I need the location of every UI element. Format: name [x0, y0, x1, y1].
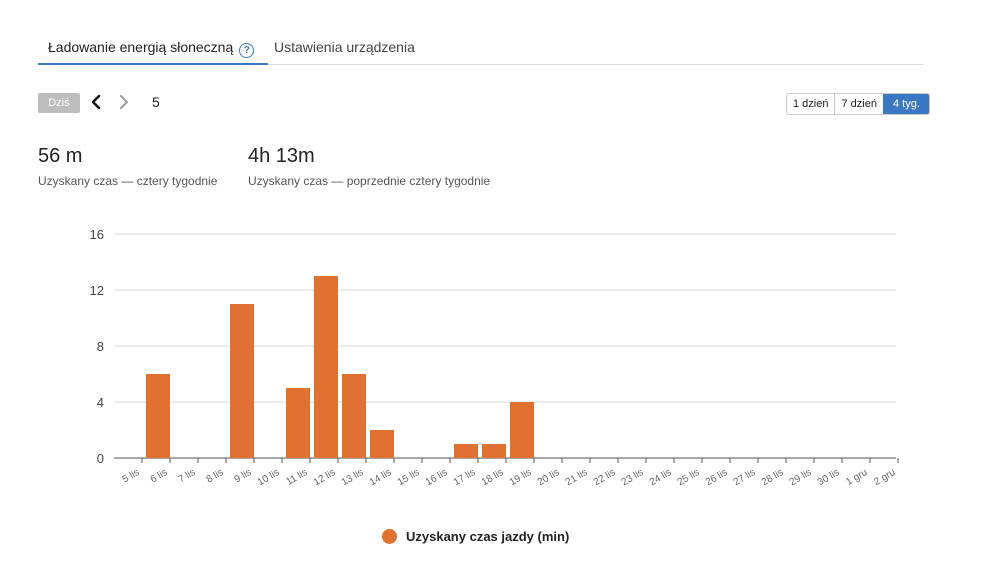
range-1-day-button[interactable]: 1 dzień: [787, 94, 835, 114]
x-tick-label: 11 lis: [284, 467, 309, 488]
x-tick-label: 16 lis: [424, 467, 450, 488]
x-tick-label: 6 lis: [149, 467, 170, 485]
chevron-right-icon[interactable]: [116, 92, 132, 112]
x-tick-label: 18 lis: [480, 467, 506, 488]
chart-bar: [510, 402, 534, 458]
tab-device-settings-label: Ustawienia urządzenia: [274, 39, 415, 55]
legend-label: Uzyskany czas jazdy (min): [406, 529, 570, 544]
x-tick-label: 27 lis: [732, 467, 758, 488]
stat-previous-label: Uzyskany czas — poprzednie cztery tygodn…: [248, 174, 491, 188]
y-tick-label: 12: [90, 283, 104, 298]
x-tick-label: 19 lis: [508, 467, 534, 488]
x-tick-label: 8 lis: [205, 467, 226, 485]
stat-previous-period: 4h 13m Uzyskany czas — poprzednie cztery…: [248, 144, 490, 188]
stat-current-period: 56 m Uzyskany czas — cztery tygodnie: [38, 144, 217, 188]
chart-bar: [454, 444, 478, 458]
stat-previous-value: 4h 13m: [248, 145, 315, 167]
tab-bar: Ładowanie energią słoneczną? Ustawienia …: [37, 30, 924, 65]
y-tick-label: 8: [97, 339, 104, 354]
today-button[interactable]: Dziś: [38, 93, 80, 113]
x-tick-label: 12 lis: [312, 467, 338, 488]
x-tick-label: 23 lis: [620, 467, 646, 488]
chart-bar: [314, 276, 338, 458]
tab-solar-charging-label: Ładowanie energią słoneczną: [48, 39, 234, 55]
chart-bar: [370, 430, 394, 458]
x-tick-label: 22 lis: [592, 467, 618, 488]
x-tick-label: 5 lis: [121, 467, 142, 485]
y-tick-label: 16: [90, 227, 104, 242]
x-tick-label: 30 lis: [816, 467, 842, 488]
y-tick-label: 0: [97, 451, 104, 466]
x-tick-label: 29 lis: [788, 467, 814, 488]
range-selector: 1 dzień 7 dzień 4 tyg.: [786, 93, 930, 115]
x-tick-label: 10 lis: [256, 467, 282, 488]
tab-solar-charging[interactable]: Ładowanie energią słoneczną?: [37, 38, 269, 65]
chart-bar: [230, 304, 254, 458]
x-tick-label: 2 gru: [872, 467, 897, 488]
chart-bar: [146, 374, 170, 458]
stat-current-label: Uzyskany czas — cztery tygodnie: [38, 174, 218, 188]
chevron-left-icon[interactable]: [88, 92, 104, 112]
chart-bar: [342, 374, 366, 458]
x-tick-label: 28 lis: [760, 467, 786, 488]
x-tick-label: 17 lis: [452, 467, 478, 488]
range-4-week-button[interactable]: 4 tyg.: [882, 94, 929, 114]
bar-chart: 0 4 8 12 16 5 lis 6 lis 7 lis 8 lis 9 lis 10 lis 11…: [90, 227, 899, 488]
help-circle-icon[interactable]: ?: [239, 43, 255, 58]
chart-bar: [286, 388, 310, 458]
x-tick-label: 9 lis: [233, 467, 254, 485]
chart-legend: Uzyskany czas jazdy (min): [382, 529, 569, 544]
x-tick-label: 7 lis: [177, 467, 198, 485]
x-tick-label: 14 lis: [368, 467, 394, 488]
range-7-day-button[interactable]: 7 dzień: [834, 94, 883, 114]
x-tick-label: 20 lis: [536, 467, 562, 488]
x-tick-label: 21 lis: [564, 467, 590, 488]
chart-bar: [482, 444, 506, 458]
page-number: 5: [152, 94, 160, 110]
legend-swatch: [382, 529, 397, 544]
x-tick-label: 26 lis: [704, 467, 730, 488]
x-tick-label: 24 lis: [648, 467, 674, 488]
x-tick-label: 15 lis: [396, 467, 422, 488]
x-tick-label: 1 gru: [844, 467, 869, 488]
tab-device-settings[interactable]: Ustawienia urządzenia: [274, 38, 415, 64]
stat-current-value: 56 m: [38, 145, 83, 167]
x-tick-label: 25 lis: [676, 467, 702, 488]
y-tick-label: 4: [97, 395, 104, 410]
x-tick-label: 13 lis: [340, 467, 366, 488]
